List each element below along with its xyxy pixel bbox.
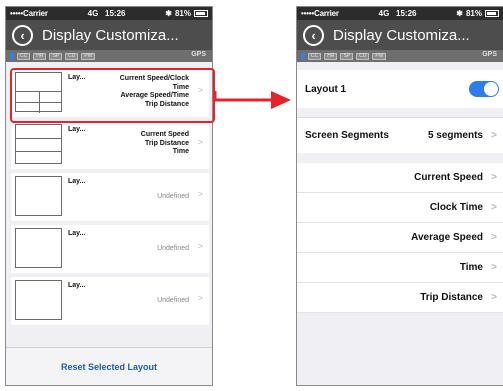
sensor-chip-pw: PW bbox=[81, 52, 96, 60]
connection-indicator bbox=[10, 52, 14, 60]
network-time: 4G 15:26 bbox=[339, 9, 456, 18]
screen-segments-value: 5 segments bbox=[427, 130, 483, 141]
layout-row-4[interactable]: Lay... Undefined > bbox=[11, 225, 209, 273]
clock-label: 15:26 bbox=[396, 9, 417, 18]
page-title: Display Customiza... bbox=[333, 26, 470, 44]
field-label: Current Speed bbox=[414, 172, 483, 183]
layout-row-2[interactable]: Lay... Current Speed Trip Distance Time … bbox=[11, 121, 209, 169]
status-right: ✱ 81% bbox=[456, 9, 499, 18]
screen-segments-label: Screen Segments bbox=[305, 130, 389, 141]
layout-status: Undefined bbox=[157, 193, 189, 200]
chevron-right-icon: > bbox=[491, 172, 497, 183]
sensor-chip-sp: SP bbox=[340, 52, 354, 60]
layout-thumbnail bbox=[15, 280, 62, 320]
chevron-right-icon: > bbox=[491, 262, 497, 273]
network-time: 4G 15:26 bbox=[48, 9, 165, 18]
layout-thumbnail bbox=[15, 176, 62, 216]
layout-thumbnail bbox=[15, 228, 62, 268]
bluetooth-icon: ✱ bbox=[456, 9, 463, 18]
layout-row-3[interactable]: Lay... Undefined > bbox=[11, 173, 209, 221]
network-label: 4G bbox=[378, 9, 390, 18]
layout-status: Undefined bbox=[157, 297, 189, 304]
bluetooth-icon: ✱ bbox=[165, 9, 172, 18]
screen-segments-row[interactable]: Screen Segments 5 segments > bbox=[297, 117, 503, 153]
chevron-right-icon: > bbox=[491, 292, 497, 303]
selection-highlight bbox=[10, 68, 215, 123]
battery-icon bbox=[194, 10, 208, 17]
field-label: Average Speed bbox=[411, 232, 483, 243]
layout-field: Current Speed bbox=[140, 131, 189, 138]
reset-selected-layout-button[interactable]: Reset Selected Layout bbox=[61, 362, 157, 372]
nav-bar: ‹ Display Customiza... bbox=[297, 20, 503, 50]
layout-fields: Current Speed Trip Distance Time bbox=[141, 131, 189, 157]
status-right: ✱ 81% bbox=[165, 9, 208, 18]
layout-name: Lay... bbox=[68, 282, 86, 289]
status-bar: •••••Carrier 4G 15:26 ✱ 81% bbox=[297, 7, 503, 20]
sensor-chip-sp: SP bbox=[49, 52, 63, 60]
carrier-label: •••••Carrier bbox=[10, 9, 48, 18]
field-row-3[interactable]: Average Speed > bbox=[297, 223, 503, 253]
status-bar: •••••Carrier 4G 15:26 ✱ 81% bbox=[6, 7, 212, 20]
chevron-right-icon: > bbox=[491, 232, 497, 243]
toggle-knob bbox=[484, 82, 498, 96]
battery-percent: 81% bbox=[174, 9, 191, 18]
chevron-right-icon: > bbox=[491, 202, 497, 213]
gps-label: GPS bbox=[191, 51, 206, 58]
chevron-right-icon: > bbox=[491, 130, 497, 141]
chevron-right-icon: > bbox=[197, 241, 203, 251]
back-icon[interactable]: ‹ bbox=[303, 24, 324, 46]
sensor-bar: CC HR SP CD PW GPS bbox=[6, 50, 212, 62]
layout-detail-screen: •••••Carrier 4G 15:26 ✱ 81% ‹ Display Cu… bbox=[296, 6, 503, 386]
page-title: Display Customiza... bbox=[42, 26, 179, 44]
connection-indicator bbox=[301, 52, 305, 60]
arrow-right-icon bbox=[213, 91, 291, 109]
field-row-5[interactable]: Trip Distance > bbox=[297, 283, 503, 313]
battery-icon bbox=[485, 10, 499, 17]
nav-bar: ‹ Display Customiza... bbox=[6, 20, 212, 50]
field-label: Trip Distance bbox=[420, 292, 483, 303]
layout-row-5[interactable]: Lay... Undefined > bbox=[11, 277, 209, 325]
sensor-bar: CC HR SP CD PW GPS bbox=[297, 50, 503, 62]
field-label: Clock Time bbox=[429, 202, 483, 213]
layout-name: Layout 1 bbox=[305, 83, 347, 95]
sensor-chip-cc: CC bbox=[17, 52, 31, 60]
layout-name: Lay... bbox=[68, 126, 86, 133]
sensor-chip-hr: HR bbox=[33, 52, 47, 60]
reset-bar: Reset Selected Layout bbox=[6, 347, 212, 385]
gps-label: GPS bbox=[482, 51, 497, 58]
carrier-label: •••••Carrier bbox=[301, 9, 339, 18]
layout-thumbnail bbox=[15, 124, 62, 164]
layout-name-row: Layout 1 bbox=[297, 70, 503, 108]
chevron-right-icon: > bbox=[197, 189, 203, 199]
sensor-chip-cc: CC bbox=[308, 52, 322, 60]
layout-enabled-toggle[interactable] bbox=[469, 81, 499, 97]
layout-field: Time bbox=[172, 148, 189, 155]
battery-percent: 81% bbox=[465, 9, 482, 18]
layout-list-screen: •••••Carrier 4G 15:26 ✱ 81% ‹ Display Cu… bbox=[5, 6, 213, 386]
clock-label: 15:26 bbox=[105, 9, 126, 18]
sensor-chip-pw: PW bbox=[372, 52, 387, 60]
chevron-right-icon: > bbox=[197, 137, 203, 147]
field-label: Time bbox=[459, 262, 483, 273]
sensor-chip-cd: CD bbox=[65, 52, 79, 60]
chevron-right-icon: > bbox=[197, 293, 203, 303]
sensor-chip-cd: CD bbox=[356, 52, 370, 60]
layout-field: Trip Distance bbox=[145, 139, 189, 147]
field-row-4[interactable]: Time > bbox=[297, 253, 503, 283]
field-row-1[interactable]: Current Speed > bbox=[297, 163, 503, 193]
sensor-chip-hr: HR bbox=[324, 52, 338, 60]
field-row-2[interactable]: Clock Time > bbox=[297, 193, 503, 223]
layout-name: Lay... bbox=[68, 230, 86, 237]
layout-name: Lay... bbox=[68, 178, 86, 185]
back-icon[interactable]: ‹ bbox=[12, 24, 33, 46]
layout-status: Undefined bbox=[157, 245, 189, 252]
network-label: 4G bbox=[87, 9, 99, 18]
